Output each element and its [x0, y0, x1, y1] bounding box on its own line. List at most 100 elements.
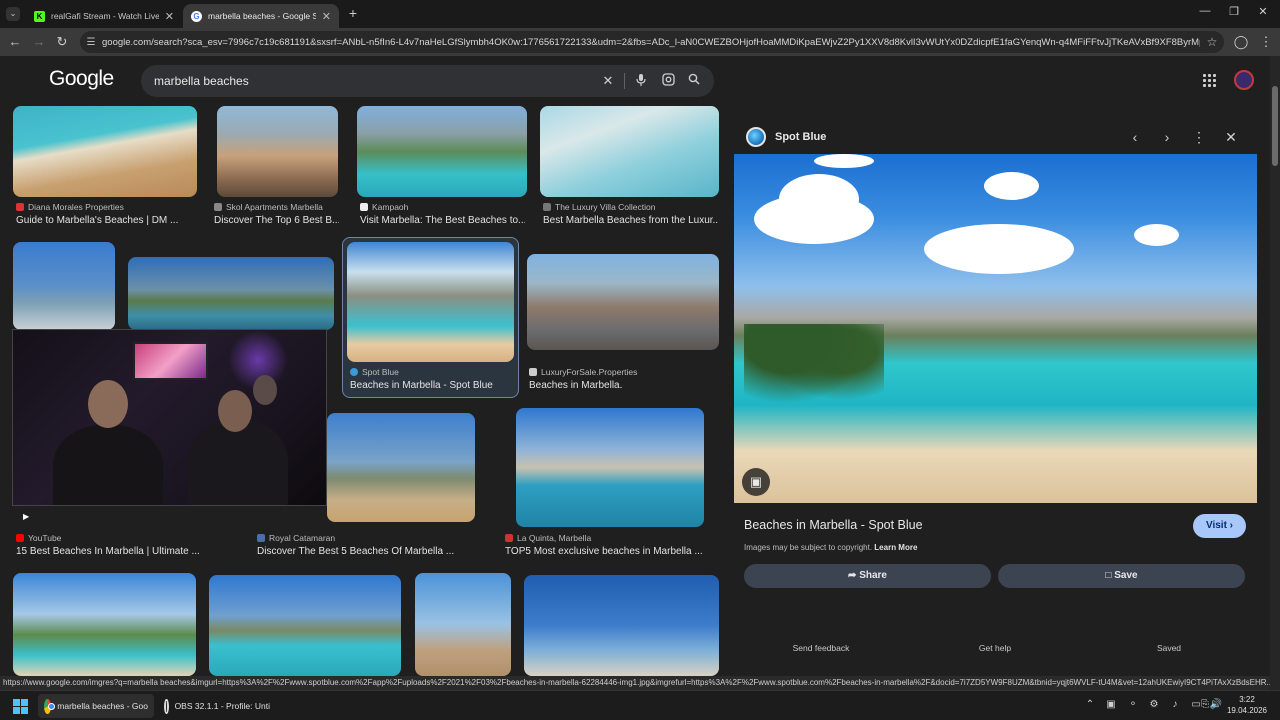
person-silhouette — [188, 420, 288, 505]
result-source[interactable]: Spot Blue — [350, 367, 399, 377]
result-caption[interactable]: TOP5 Most exclusive beaches in Marbella … — [505, 546, 705, 557]
page-scrollbar[interactable] — [1270, 56, 1280, 690]
taskbar-chrome-label: marbella beaches - Goo — [57, 701, 148, 711]
result-image[interactable] — [357, 106, 527, 197]
result-source[interactable]: Kampaoh — [360, 202, 408, 212]
learn-more-link[interactable]: Learn More — [874, 543, 917, 552]
profile-icon[interactable]: ◯ — [1233, 34, 1249, 50]
apps-grid-icon[interactable] — [1203, 74, 1217, 88]
clock-date: 19.04.2026 — [1226, 706, 1268, 715]
result-source[interactable]: YouTube — [16, 533, 61, 543]
browser-menu-icon[interactable]: ⋮ — [1258, 34, 1274, 50]
forward-icon[interactable]: → — [31, 34, 47, 50]
saved-link[interactable]: Saved — [1109, 643, 1229, 653]
panel-site-name[interactable]: Spot Blue — [775, 131, 826, 143]
windows-taskbar: marbella beaches - Goo OBS 32.1.1 - Prof… — [0, 690, 1280, 720]
result-image[interactable] — [415, 573, 511, 676]
result-source[interactable]: LuxuryForSale.Properties — [529, 367, 637, 377]
google-header: Google ✕ — [0, 56, 1270, 106]
get-help-link[interactable]: Get help — [935, 643, 1055, 653]
result-image[interactable] — [217, 106, 338, 197]
result-image[interactable] — [524, 575, 719, 676]
monitor-glow — [133, 342, 208, 380]
close-panel-icon[interactable]: ✕ — [1222, 128, 1240, 146]
result-image[interactable] — [128, 257, 334, 330]
video-play-icon[interactable]: ▶ — [23, 512, 29, 521]
tab-google-search[interactable]: G marbella beaches - Google Sea ✕ — [183, 4, 339, 28]
address-url[interactable]: google.com/search?sca_esv=7996c7c19c6811… — [102, 37, 1200, 48]
close-tab-icon[interactable]: ✕ — [165, 10, 174, 23]
panel-title[interactable]: Beaches in Marbella - Spot Blue — [744, 518, 923, 532]
preview-image[interactable]: ▣ — [734, 154, 1257, 503]
previous-icon[interactable]: ‹ — [1126, 128, 1144, 146]
result-image[interactable] — [516, 408, 704, 527]
windows-start-icon[interactable] — [13, 699, 28, 714]
more-options-icon[interactable]: ⋮ — [1190, 128, 1208, 146]
tray-app-icon[interactable]: ▣ — [1104, 699, 1118, 710]
obs-icon — [164, 698, 169, 714]
visit-button[interactable]: Visit › — [1193, 514, 1246, 538]
site-info-icon[interactable]: ☰ — [80, 37, 102, 48]
result-caption[interactable]: Guide to Marbella's Beaches | DM ... — [16, 215, 196, 226]
result-image[interactable] — [540, 106, 719, 197]
person-head — [253, 375, 277, 405]
share-button[interactable]: ➦ Share — [744, 564, 991, 588]
tab-kick-stream[interactable]: K realGafi Stream - Watch Live or ✕ — [26, 4, 182, 28]
result-caption[interactable]: Beaches in Marbella - Spot Blue — [350, 380, 515, 391]
result-image[interactable] — [209, 575, 401, 676]
back-icon[interactable]: ← — [7, 34, 23, 50]
result-image[interactable] — [13, 242, 115, 330]
close-tab-icon[interactable]: ✕ — [322, 10, 331, 23]
taskbar-obs[interactable]: OBS 32.1.1 - Profile: Unti — [158, 694, 276, 718]
result-source[interactable]: Royal Catamaran — [257, 533, 335, 543]
search-icon[interactable] — [686, 73, 702, 89]
next-icon[interactable]: › — [1158, 128, 1176, 146]
result-caption[interactable]: Visit Marbella: The Best Beaches to... — [360, 215, 525, 226]
result-source[interactable]: La Quinta, Marbella — [505, 533, 591, 543]
send-feedback-link[interactable]: Send feedback — [761, 643, 881, 653]
google-logo[interactable]: Google — [49, 67, 114, 91]
search-box[interactable]: ✕ — [141, 65, 714, 97]
tray-app-icon[interactable]: ⚬ — [1126, 699, 1140, 710]
save-button[interactable]: □ Save — [998, 564, 1245, 588]
taskbar-clock[interactable]: 3:22 19.04.2026 — [1222, 694, 1272, 716]
lens-search-icon[interactable]: ▣ — [742, 468, 770, 496]
person-head — [218, 390, 252, 432]
result-caption[interactable]: Discover The Best 5 Beaches Of Marbella … — [257, 546, 457, 557]
bookmark-star-icon[interactable]: ☆ — [1200, 35, 1224, 49]
result-image[interactable] — [327, 413, 475, 522]
microphone-tray-icon[interactable]: ♪ — [1168, 699, 1182, 710]
result-image[interactable] — [13, 573, 196, 676]
clock-time: 3:22 — [1239, 695, 1255, 704]
volume-icon[interactable]: 🔊 — [1209, 699, 1223, 710]
result-image[interactable] — [527, 254, 719, 350]
result-image-selected[interactable] — [347, 242, 514, 362]
taskbar-obs-label: OBS 32.1.1 - Profile: Unti — [174, 701, 270, 711]
result-image[interactable] — [13, 106, 197, 197]
lens-camera-icon[interactable] — [660, 73, 676, 89]
microphone-icon[interactable] — [633, 73, 649, 89]
result-source[interactable]: Skol Apartments Marbella — [214, 202, 323, 212]
window-close-icon[interactable]: ✕ — [1248, 5, 1278, 18]
steam-icon[interactable]: ⚙ — [1147, 699, 1161, 710]
account-avatar[interactable] — [1234, 70, 1254, 90]
restore-icon[interactable]: ❐ — [1219, 5, 1249, 18]
result-caption[interactable]: Discover The Top 6 Best B... — [214, 215, 339, 226]
clear-icon[interactable]: ✕ — [600, 73, 616, 89]
search-input[interactable] — [154, 65, 584, 97]
chrome-icon — [44, 698, 55, 714]
result-caption[interactable]: 15 Best Beaches In Marbella | Ultimate .… — [16, 546, 206, 557]
new-tab-button[interactable]: + — [345, 5, 361, 21]
address-bar[interactable]: ☰ google.com/search?sca_esv=7996c7c19c68… — [80, 31, 1224, 53]
result-source[interactable]: Diana Morales Properties — [16, 202, 124, 212]
result-source[interactable]: The Luxury Villa Collection — [543, 202, 655, 212]
copyright-notice: Images may be subject to copyright. Lear… — [744, 543, 918, 552]
reload-icon[interactable]: ↻ — [54, 34, 70, 50]
tab-search-button[interactable]: ⌄ — [6, 7, 20, 21]
scrollbar-thumb[interactable] — [1272, 86, 1278, 166]
tray-chevron-icon[interactable]: ⌃ — [1083, 699, 1097, 710]
minimize-icon[interactable]: — — [1190, 5, 1220, 17]
result-caption[interactable]: Beaches in Marbella. — [529, 380, 719, 391]
result-caption[interactable]: Best Marbella Beaches from the Luxur... — [543, 215, 719, 226]
taskbar-chrome[interactable]: marbella beaches - Goo — [38, 694, 154, 718]
